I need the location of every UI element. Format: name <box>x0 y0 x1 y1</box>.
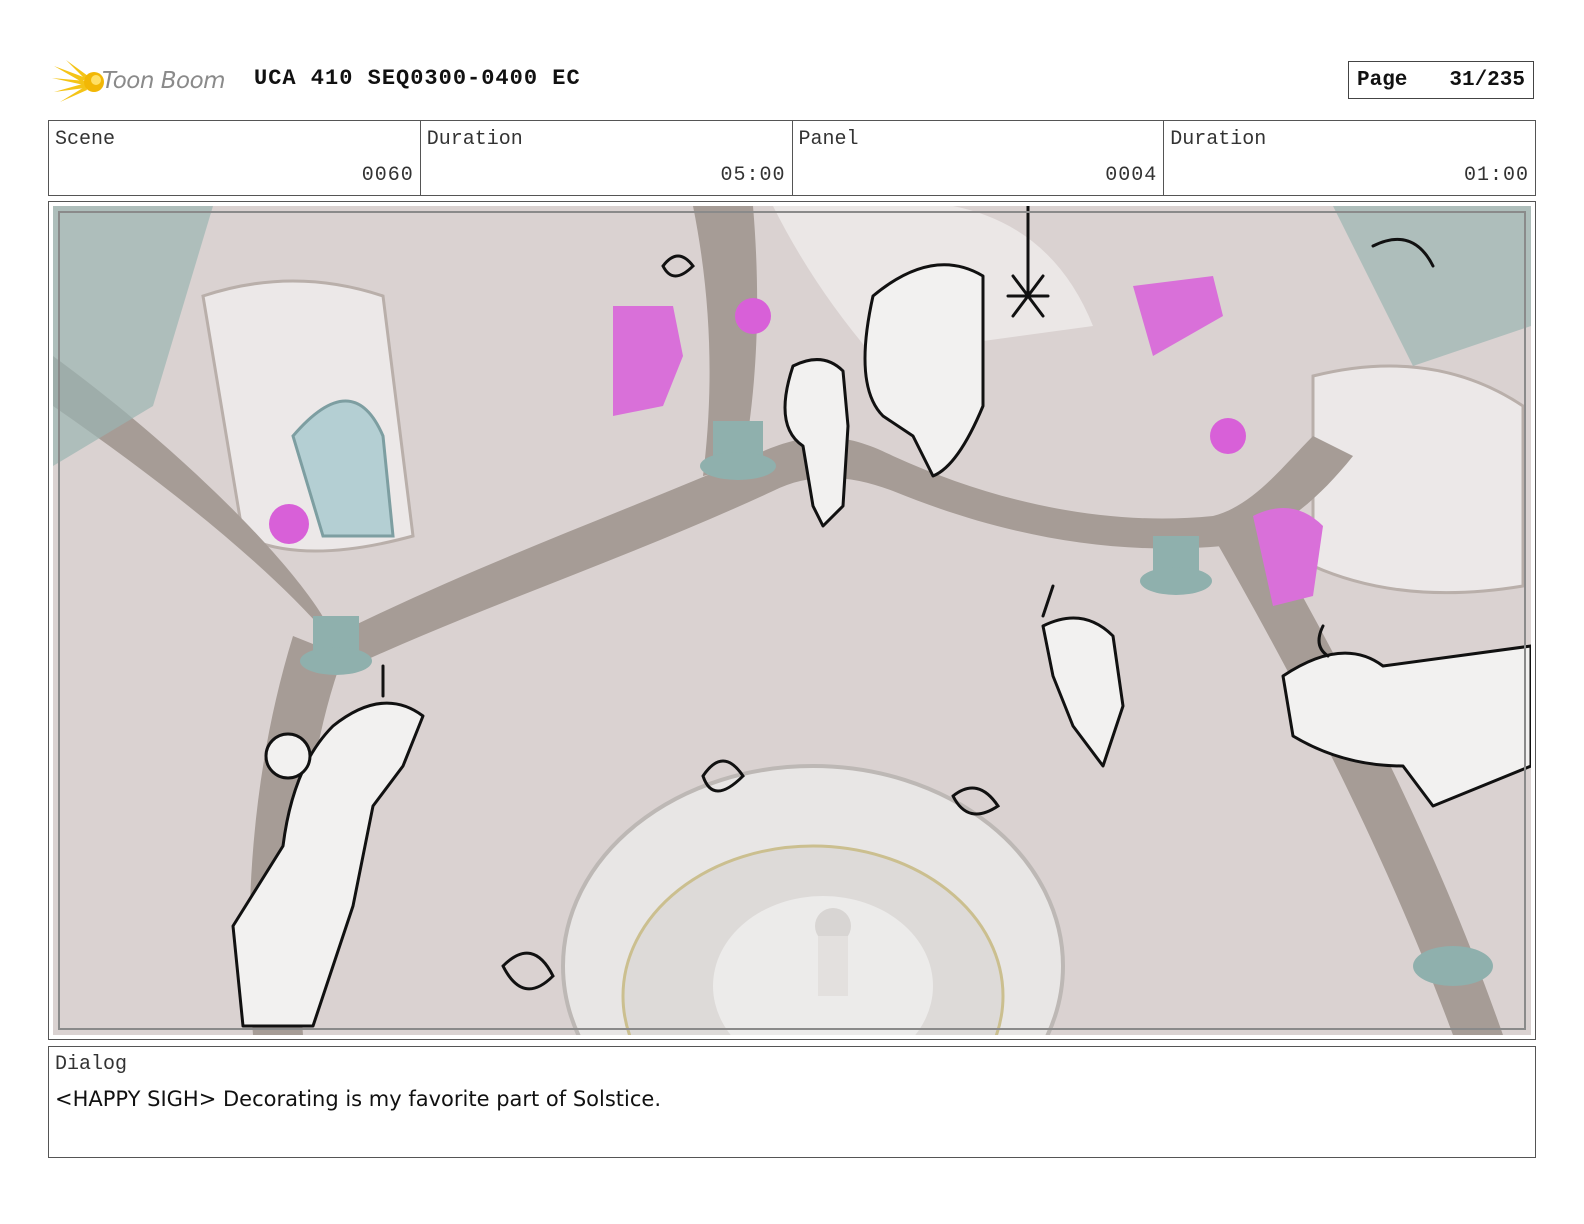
scene-cell: Scene 0060 <box>49 121 421 195</box>
page-indicator: Page 31/235 <box>1348 61 1534 99</box>
panel-value: 0004 <box>1105 164 1158 187</box>
panel-label: Panel <box>798 128 859 151</box>
storyboard-scene-illustration <box>53 206 1531 1035</box>
scene-duration-value: 05:00 <box>720 164 786 187</box>
scene-value: 0060 <box>361 164 414 187</box>
starburst-logo-icon <box>52 60 104 102</box>
scene-duration-cell: Duration 05:00 <box>421 121 793 195</box>
scene-label: Scene <box>55 128 116 151</box>
scene-duration-label: Duration <box>426 128 523 151</box>
storyboard-sketch-image <box>53 206 1531 1035</box>
panel-cell: Panel 0004 <box>793 121 1165 195</box>
panel-duration-cell: Duration 01:00 <box>1164 121 1535 195</box>
panel-duration-label: Duration <box>1170 128 1267 151</box>
panel-duration-value: 01:00 <box>1463 164 1529 187</box>
dialog-label: Dialog <box>55 1053 128 1076</box>
toon-boom-logo: Toon Boom <box>52 56 242 106</box>
info-table: Scene 0060 Duration 05:00 Panel 0004 Dur… <box>48 120 1536 196</box>
document-title: UCA 410 SEQ0300-0400 EC <box>254 66 581 91</box>
dialog-box: Dialog <HAPPY SIGH> Decorating is my fav… <box>48 1046 1536 1158</box>
page-number: 31/235 <box>1449 68 1525 92</box>
panel-frame <box>48 201 1536 1040</box>
logo-text: Toon Boom <box>102 68 226 94</box>
dialog-text: <HAPPY SIGH> Decorating is my favorite p… <box>55 1087 662 1111</box>
page-label: Page <box>1357 68 1408 92</box>
